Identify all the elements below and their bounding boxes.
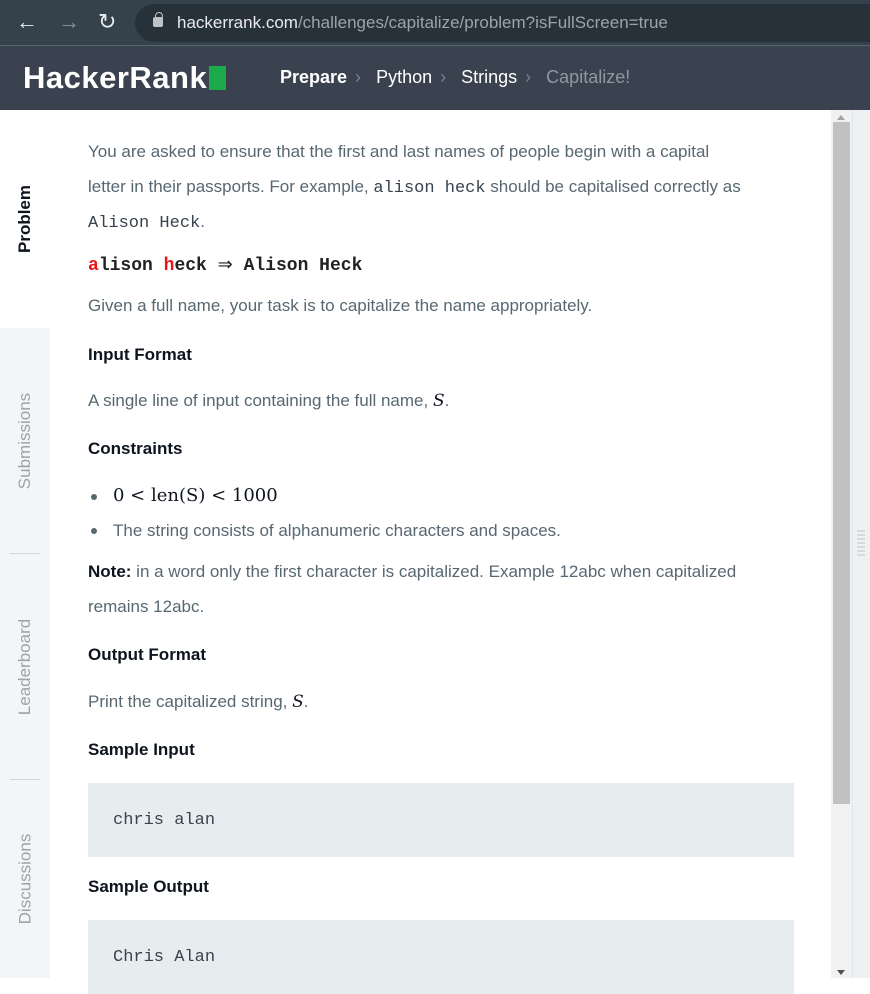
chevron-right-icon: › xyxy=(440,67,447,87)
math-var: S xyxy=(292,692,304,712)
constraint-1: 0 < len(S) < 1000 xyxy=(113,485,278,506)
editor-panel-edge xyxy=(852,110,870,978)
scroll-up-icon[interactable] xyxy=(837,115,845,120)
logo-square xyxy=(209,66,227,90)
text: in a word only the first character is ca… xyxy=(131,562,737,581)
inline-code: alison heck xyxy=(373,179,486,198)
highlight: a xyxy=(88,256,99,276)
text: eck xyxy=(174,256,207,276)
hackerrank-logo[interactable]: HackerRank xyxy=(23,60,227,96)
text: lison xyxy=(98,256,164,276)
output-format-text: Print the capitalized string, S. xyxy=(88,692,309,712)
input-format-heading: Input Format xyxy=(88,345,192,364)
text: . xyxy=(444,391,450,410)
text: . xyxy=(200,212,205,231)
tab-label: Submissions xyxy=(15,392,34,489)
constraint-2: The string consists of alphanumeric char… xyxy=(113,521,561,540)
scrollbar-thumb[interactable] xyxy=(833,122,850,804)
bullet xyxy=(91,494,97,500)
lock-icon xyxy=(153,12,163,27)
scrollbar[interactable] xyxy=(831,110,852,978)
tab-label: Discussions xyxy=(15,833,35,925)
note-line-2: remains 12abc. xyxy=(88,597,205,616)
sample-output-block: Chris Alan xyxy=(88,920,794,994)
tab-submissions[interactable]: Submissions xyxy=(0,328,50,553)
chevron-right-icon: › xyxy=(525,67,532,87)
intro-line-1: You are asked to ensure that the first a… xyxy=(88,142,710,161)
breadcrumb: Prepare › Python › Strings › Capitalize! xyxy=(280,67,638,88)
constraints-heading: Constraints xyxy=(88,439,183,458)
text: Alison Heck xyxy=(243,256,363,276)
back-icon[interactable]: ← xyxy=(16,8,38,36)
math-var: S xyxy=(432,391,445,411)
sidebar-tabs: Problem Submissions Leaderboard Discussi… xyxy=(0,110,50,978)
intro-line-2: letter in their passports. For example, … xyxy=(88,177,741,198)
site-header: HackerRank Prepare › Python › Strings › Cap… xyxy=(0,46,870,110)
highlight: h xyxy=(163,256,175,276)
tab-label: Leaderboard xyxy=(15,618,35,715)
breadcrumb-python[interactable]: Python xyxy=(376,67,432,87)
forward-icon[interactable]: → xyxy=(58,8,80,36)
breadcrumb-prepare[interactable]: Prepare xyxy=(280,67,347,87)
text: letter in their passports. For example, xyxy=(88,177,374,196)
text: should be capitalised correctly as xyxy=(485,177,741,196)
text: A single line of input containing the fu… xyxy=(88,391,433,410)
task-text: Given a full name, your task is to capit… xyxy=(88,296,593,315)
url-host: hackerrank.com xyxy=(177,13,298,32)
address-bar[interactable]: hackerrank.com/challenges/capitalize/pro… xyxy=(135,4,870,42)
arrow-icon: ⇒ xyxy=(217,254,233,275)
sample-output-heading: Sample Output xyxy=(88,877,209,896)
scroll-down-icon[interactable] xyxy=(837,970,845,975)
tab-problem[interactable]: Problem xyxy=(0,110,50,328)
bullet xyxy=(91,528,97,534)
sample-input-heading: Sample Input xyxy=(88,740,195,759)
chevron-right-icon: › xyxy=(355,67,362,87)
text: . xyxy=(303,692,309,711)
url-path: /challenges/capitalize/problem?isFullScr… xyxy=(297,13,668,32)
text: Print the capitalized string, xyxy=(88,692,293,711)
tab-discussions[interactable]: Discussions xyxy=(0,780,50,978)
tab-leaderboard[interactable]: Leaderboard xyxy=(0,554,50,779)
breadcrumb-strings[interactable]: Strings xyxy=(461,67,517,87)
note-line-1: Note: in a word only the first character… xyxy=(88,562,736,582)
example-formula: alison heck ⇒ Alison Heck xyxy=(88,254,362,276)
output-format-heading: Output Format xyxy=(88,645,207,664)
input-format-text: A single line of input containing the fu… xyxy=(88,391,449,411)
logo-text: HackerRank xyxy=(23,60,208,95)
tab-label: Problem xyxy=(15,184,34,254)
breadcrumb-current: Capitalize! xyxy=(546,67,631,87)
inline-code: Alison Heck xyxy=(88,214,201,233)
browser-toolbar: ← → ↻ hackerrank.com/challenges/capitali… xyxy=(0,0,870,46)
sample-input-block: chris alan xyxy=(88,783,794,857)
intro-line-3: Alison Heck. xyxy=(88,212,205,233)
note-label: Note: xyxy=(88,562,132,581)
resize-handle-icon[interactable] xyxy=(857,530,865,556)
reload-icon[interactable]: ↻ xyxy=(98,8,116,36)
